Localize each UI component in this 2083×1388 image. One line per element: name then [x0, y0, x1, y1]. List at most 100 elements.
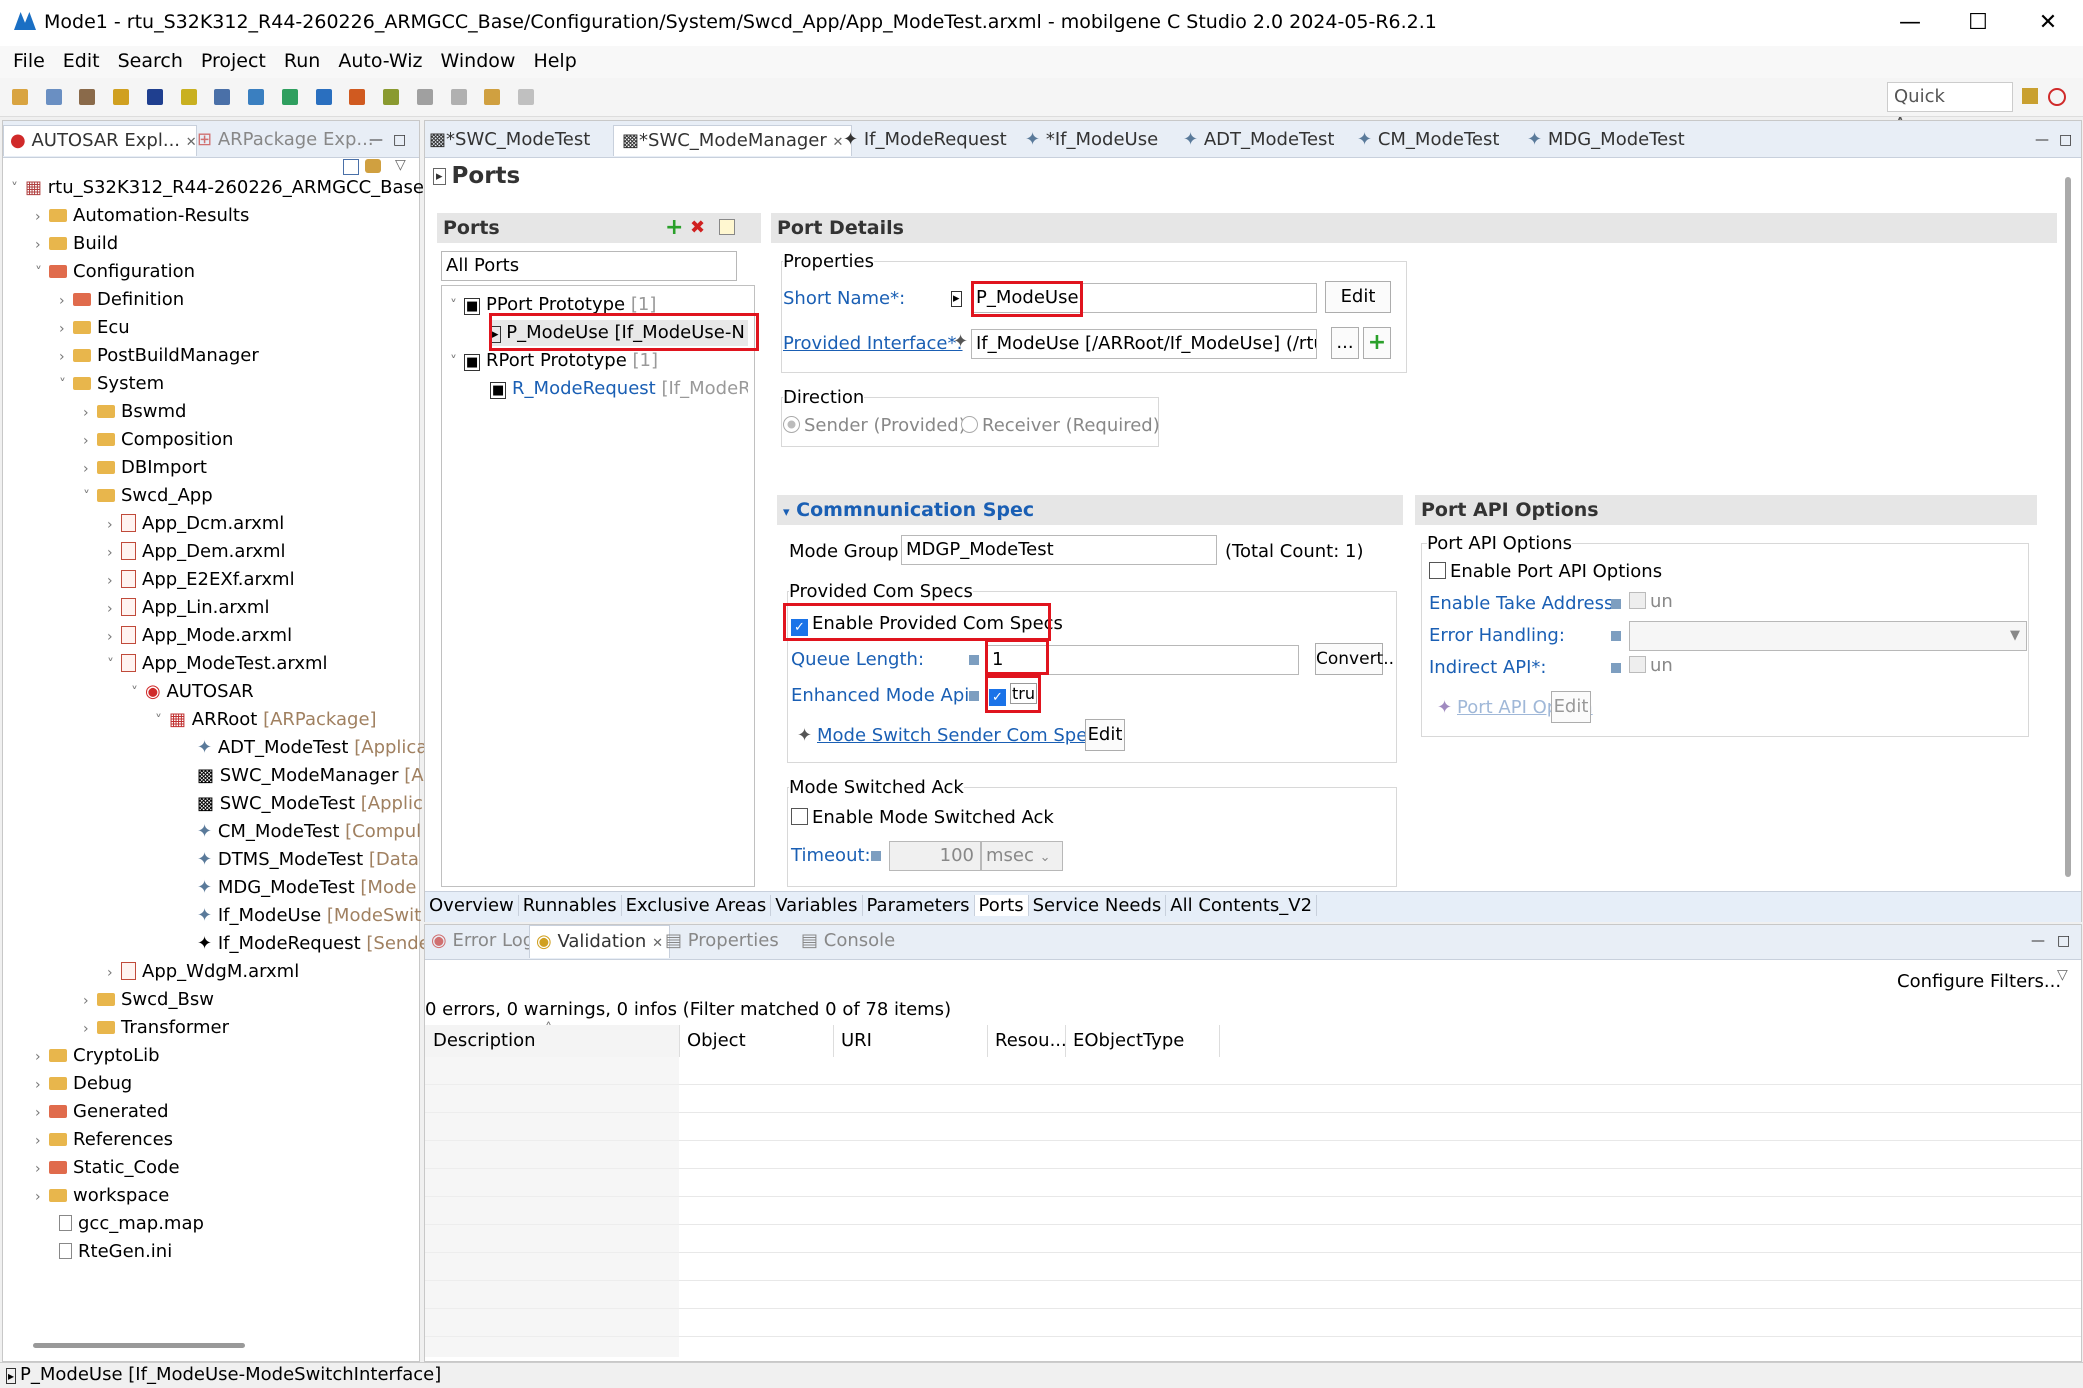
tree-dtms[interactable]: ✦ DTMS_ModeTest [Data — [197, 847, 419, 873]
short-name-label[interactable]: Short Name*: — [783, 288, 905, 309]
enhanced-mode-api-label[interactable]: Enhanced Mode Api: — [791, 685, 975, 706]
provided-interface-link[interactable]: Provided Interface*: — [783, 333, 963, 354]
queue-length-label[interactable]: Queue Length: — [791, 649, 924, 670]
short-name-edit-button[interactable]: Edit — [1325, 281, 1391, 313]
tree-automation[interactable]: › Automation-Results — [35, 203, 249, 229]
tab-autosar-explorer[interactable]: ● AUTOSAR Expl... ✕ — [3, 125, 197, 156]
tab-adt-modetest[interactable]: ✦ ADT_ModeTest — [1183, 125, 1335, 155]
provided-interface-input[interactable]: If_ModeUse [/ARRoot/If_ModeUse] (/rtu_S — [971, 329, 1317, 359]
tab-console[interactable]: ▤ Console — [795, 925, 901, 957]
tab-swc-modemanager[interactable]: ▩*SWC_ModeManager ✕ — [613, 125, 853, 156]
forward-icon[interactable] — [518, 89, 535, 105]
tab-cm-modetest[interactable]: ✦ CM_ModeTest — [1357, 125, 1499, 155]
tree-transformer[interactable]: › Transformer — [83, 1015, 229, 1041]
menu-help[interactable]: Help — [524, 46, 585, 76]
menu-edit[interactable]: Edit — [54, 46, 109, 76]
tree-composition[interactable]: › Composition — [83, 427, 233, 453]
take-address-label[interactable]: Enable Take Address: — [1429, 593, 1619, 614]
wizard-icon[interactable] — [113, 89, 130, 105]
tab-if-modeuse[interactable]: ✦ *If_ModeUse — [1025, 125, 1158, 155]
editor-maximize-icon[interactable]: □ — [2059, 125, 2072, 155]
port-filter-select[interactable]: All Ports — [441, 251, 737, 281]
menu-search[interactable]: Search — [109, 46, 192, 76]
page-tab-parameters[interactable]: Parameters — [862, 895, 975, 916]
link-editor-icon[interactable] — [365, 159, 381, 173]
tree-postbuild[interactable]: › PostBuildManager — [59, 343, 259, 369]
tree-debug[interactable]: › Debug — [35, 1071, 132, 1097]
layout-icon[interactable] — [281, 89, 298, 105]
views-menu-icon[interactable]: ▽ — [2057, 967, 2068, 983]
tree-if-modeuse[interactable]: ✦ If_ModeUse [ModeSwit — [197, 903, 421, 929]
tab-swc-modetest[interactable]: ▩*SWC_ModeTest — [429, 125, 590, 155]
indirect-api-label[interactable]: Indirect API*: — [1429, 657, 1546, 678]
tree-build[interactable]: › Build — [35, 231, 118, 257]
tab-error-log[interactable]: ◉ Error Log — [425, 925, 540, 957]
enable-port-api-checkbox[interactable]: Enable Port API Options — [1429, 561, 1662, 582]
error-handling-label[interactable]: Error Handling: — [1429, 625, 1565, 646]
error-handling-select[interactable]: ▼ — [1629, 621, 2027, 651]
view-minimize-icon[interactable]: — — [369, 125, 383, 155]
menu-autowiz[interactable]: Auto-Wiz — [329, 46, 431, 76]
tree-app-lin[interactable]: › App_Lin.arxml — [107, 595, 269, 621]
tree-arroot[interactable]: ˅ ▦ ARRoot [ARPackage] — [155, 707, 377, 733]
tree-dbimport[interactable]: › DBImport — [83, 455, 207, 481]
add-port-icon[interactable]: + — [665, 215, 683, 240]
page-tab-ports[interactable]: Ports — [974, 895, 1029, 916]
tree-app-wdgm[interactable]: › App_WdgM.arxml — [107, 959, 299, 985]
tree-configuration[interactable]: ˅ Configuration — [35, 259, 195, 285]
editor-minimize-icon[interactable]: — — [2035, 125, 2049, 155]
indirect-api-checkbox[interactable]: un — [1629, 655, 1673, 676]
debug-icon[interactable] — [383, 89, 400, 105]
terminal-icon[interactable] — [146, 89, 163, 105]
timeout-label[interactable]: Timeout: — [791, 845, 871, 866]
timeout-input[interactable]: 100 — [889, 841, 981, 871]
quick-access-input[interactable]: Quick Access — [1887, 82, 2013, 135]
tree-gcc-map[interactable]: gcc_map.map — [59, 1211, 204, 1237]
tree-autosar[interactable]: ˅ ◉ AUTOSAR — [131, 679, 254, 705]
receiver-radio[interactable]: Receiver (Required) — [961, 415, 1160, 436]
view-maximize-icon[interactable]: □ — [393, 125, 406, 155]
edit-port-icon[interactable] — [719, 219, 735, 235]
tree-app-dcm[interactable]: › App_Dcm.arxml — [107, 511, 284, 537]
collapse-all-icon[interactable] — [343, 159, 359, 175]
enable-ack-checkbox[interactable]: Enable Mode Switched Ack — [791, 807, 1054, 828]
page-tab-service-needs[interactable]: Service Needs — [1028, 895, 1167, 916]
col-eobjecttype[interactable]: EObjectType — [1065, 1025, 1220, 1057]
tree-app-dem[interactable]: › App_Dem.arxml — [107, 539, 286, 565]
build-icon[interactable] — [79, 89, 96, 105]
page-tab-runnables[interactable]: Runnables — [518, 895, 622, 916]
convert-button[interactable]: Convert.. — [1315, 643, 1394, 675]
graph-icon[interactable] — [214, 89, 231, 105]
mode-group-input[interactable]: MDGP_ModeTest — [901, 535, 1217, 565]
run-icon[interactable] — [349, 89, 366, 105]
expand-icon[interactable]: ▸ — [951, 291, 962, 307]
comm-spec-header[interactable]: ▾ Commnunication Spec — [777, 495, 1403, 525]
tree-swcd-app[interactable]: ˅ Swcd_App — [83, 483, 213, 509]
tree-workspace[interactable]: › workspace — [35, 1183, 169, 1209]
tree-app-mode[interactable]: › App_Mode.arxml — [107, 623, 292, 649]
configure-filters-link[interactable]: Configure Filters... — [1897, 971, 2061, 992]
tree-app-e2exf[interactable]: › App_E2EXf.arxml — [107, 567, 295, 593]
mode-switch-edit-button[interactable]: Edit — [1085, 719, 1125, 751]
browse-interface-button[interactable]: ... — [1331, 327, 1359, 359]
close-tab-icon[interactable]: ✕ — [832, 135, 843, 150]
col-description[interactable]: Description — [425, 1025, 680, 1057]
add-interface-button[interactable]: + — [1363, 327, 1391, 359]
tab-if-moderequest[interactable]: ✦ If_ModeRequest — [843, 125, 1007, 155]
tree-swc-modemanager[interactable]: ▩ SWC_ModeManager [Ap — [197, 763, 435, 789]
menu-run[interactable]: Run — [275, 46, 329, 76]
tree-if-moderequest[interactable]: ✦ If_ModeRequest [Sende — [197, 931, 430, 957]
tree-cm[interactable]: ✦ CM_ModeTest [Compul — [197, 819, 421, 845]
sender-radio[interactable]: Sender (Provided) — [783, 415, 966, 436]
new-icon[interactable] — [12, 89, 28, 105]
page-tab-overview[interactable]: Overview — [425, 895, 519, 916]
tree-ecu[interactable]: › Ecu — [59, 315, 130, 341]
tree-cryptolib[interactable]: › CryptoLib — [35, 1043, 160, 1069]
tab-arpackage-explorer[interactable]: ⊞ ARPackage Exp... — [197, 125, 374, 155]
page-tab-all-contents[interactable]: All Contents_V2 — [1166, 895, 1318, 916]
tree-adt[interactable]: ✦ ADT_ModeTest [Applica — [197, 735, 427, 761]
menu-project[interactable]: Project — [192, 46, 275, 76]
search-icon[interactable] — [416, 89, 433, 105]
take-address-checkbox[interactable]: un — [1629, 591, 1673, 612]
tab-validation[interactable]: ◉ Validation ✕ — [529, 925, 670, 958]
